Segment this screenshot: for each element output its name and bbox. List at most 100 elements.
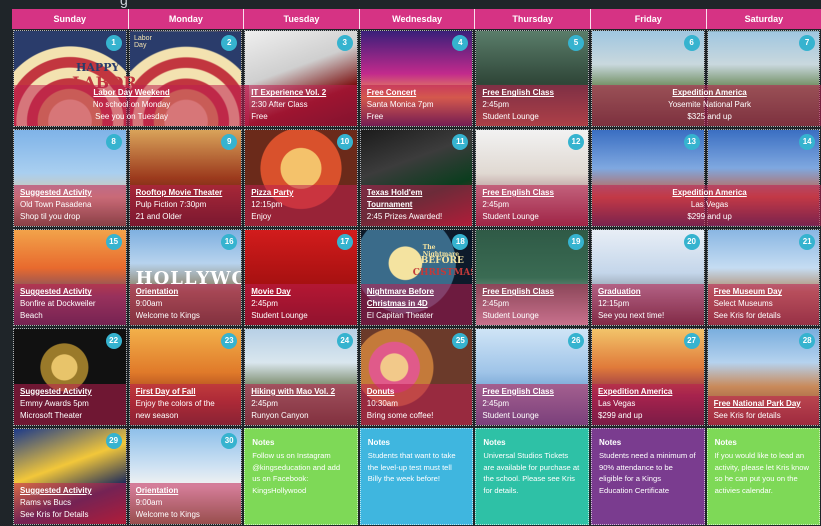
event-title-link[interactable]: Free English Class — [482, 386, 582, 398]
calendar-day-cell[interactable]: 25 Donuts 10:30am Bring some coffee! — [359, 328, 474, 426]
event-title-link[interactable]: Orientation — [136, 485, 236, 497]
event-title-link[interactable]: Orientation — [136, 286, 236, 298]
notes-body: Students that want to take the level-up … — [367, 451, 456, 484]
calendar-day-cell[interactable]: 21 Free Museum Day Select Museums See Kris … — [706, 228, 821, 327]
calendar-day-cell[interactable]: 9 Rooftop Movie Theater Pulp Fiction 7:30p… — [128, 129, 243, 227]
day-monday: Monday — [127, 9, 244, 29]
event-detail-line: Las Vegas — [597, 398, 636, 408]
date-number-badge: 20 — [683, 233, 700, 250]
calendar-day-cell[interactable]: 30 Orientation 9:00am Welcome to Kings — [128, 427, 243, 525]
calendar-day-cell[interactable]: 5 Free English Class 2:45pm Student Lounge — [475, 30, 589, 128]
event-title-link[interactable]: Graduation — [598, 286, 698, 298]
event-title-link[interactable]: Labor Day Weekend — [20, 87, 243, 99]
event-title-link[interactable]: Free English Class — [482, 187, 582, 199]
calendar-day-cell[interactable]: 20 Graduation 12:15pm See you next time! — [590, 228, 705, 327]
event-title-link[interactable]: Rooftop Movie Theater — [136, 187, 236, 199]
event-title-link[interactable]: Free National Park Day — [714, 398, 814, 410]
event-detail-line: Welcome to Kings — [135, 509, 200, 519]
calendar-day-cell[interactable]: 24 Hiking with Mao Vol. 2 2:45pm Runyon Can… — [244, 328, 358, 426]
calendar-day-cell[interactable]: 13 Expedition America Las Vegas $299 and up — [590, 129, 821, 227]
event-title-link[interactable]: Pizza Party — [251, 187, 351, 199]
event-detail-line: $325 and up — [687, 112, 732, 122]
notes-heading: Notes — [367, 437, 391, 447]
event-title-link[interactable]: Suggested Activity — [20, 187, 120, 199]
event-info: Labor Day Weekend No school on Monday See … — [14, 85, 250, 127]
calendar-day-cell[interactable]: 8 Suggested Activity Old Town Pasadena Shop… — [13, 129, 127, 227]
notes-body: Universal Studios Tickets are available … — [483, 451, 580, 495]
event-detail-line: 2:45pm — [482, 199, 510, 209]
calendar-day-cell[interactable]: 3 IT Experience Vol. 2 2:30 After Class Fre… — [244, 30, 358, 128]
event-info: Suggested Activity Emmy Awards 5pm Microso… — [14, 383, 126, 425]
calendar-day-cell[interactable]: 22 Suggested Activity Emmy Awards 5pm Micro… — [13, 328, 127, 426]
event-title-link[interactable]: Movie Day — [251, 286, 351, 298]
calendar-day-cell[interactable]: 1 Labor Day Weekend No school on Monday See… — [13, 30, 250, 128]
event-detail-line: 2:45pm — [482, 398, 510, 408]
calendar-day-cell[interactable]: 29 Suggested Activity Rams vs Bucs See Kris… — [13, 427, 127, 525]
event-detail-line: Las Vegas — [690, 199, 729, 209]
event-title-link[interactable]: Free English Class — [482, 87, 582, 99]
event-detail-line: Enjoy the colors of the — [135, 398, 215, 408]
event-detail-line: See Kris for Details — [20, 509, 89, 519]
event-detail-line: 2:45pm — [482, 299, 510, 309]
calendar-day-cell[interactable]: 18 Nightmare Before Christmas in 4D El Cap… — [359, 228, 474, 327]
event-info: Free Concert Santa Monica 7pm Free — [360, 85, 473, 127]
event-title-link[interactable]: Free Concert — [367, 87, 467, 99]
calendar-day-cell[interactable]: 17 Movie Day 2:45pm Student Lounge — [244, 228, 358, 327]
event-title-link[interactable]: Suggested Activity — [20, 286, 120, 298]
event-title-link[interactable]: First Day of Fall — [136, 386, 236, 398]
poster-text: BEFORE — [420, 255, 464, 266]
event-info: Donuts 10:30am Bring some coffee! — [360, 383, 473, 425]
event-title-link[interactable]: Texas Hold'em Tournament — [367, 187, 467, 211]
event-title-link[interactable]: Hiking with Mao Vol. 2 — [251, 386, 351, 398]
event-detail-line: $299 and up — [597, 410, 643, 420]
notes-body: Follow us on Instagram @kingseducation a… — [252, 451, 341, 495]
event-title-link[interactable]: Free English Class — [482, 286, 582, 298]
calendar-day-cell[interactable]: 23 First Day of Fall Enjoy the colors of t… — [128, 328, 243, 426]
calendar-day-cell[interactable]: 15 Suggested Activity Bonfire at Dockweile… — [13, 228, 127, 327]
event-info: Hiking with Mao Vol. 2 2:45pm Runyon Canyo… — [245, 383, 357, 425]
calendar-day-cell[interactable]: 19 Free English Class 2:45pm Student Lounge — [475, 228, 589, 327]
calendar-day-cell[interactable]: 4 Free Concert Santa Monica 7pm Free — [359, 30, 474, 128]
event-title-link[interactable]: Expedition America — [598, 386, 698, 398]
event-title-link[interactable]: Suggested Activity — [20, 485, 120, 497]
calendar-day-cell[interactable]: 6 Expedition America Yosemite National Par… — [590, 30, 821, 128]
calendar-day-cell[interactable]: 27 Expedition America Las Vegas $299 and up — [590, 328, 705, 426]
event-title-link[interactable]: Suggested Activity — [20, 386, 120, 398]
event-detail-line: Free — [251, 112, 268, 122]
calendar-day-cell[interactable]: 26 Free English Class 2:45pm Student Lounge — [475, 328, 589, 426]
event-detail-line: 2:30 After Class — [251, 100, 308, 110]
event-info: Free English Class 2:45pm Student Lounge — [476, 184, 588, 226]
date-number-badge: 6 — [683, 35, 700, 51]
calendar-day-cell[interactable]: 16 Orientation 9:00am Welcome to Kings HOLLY… — [128, 228, 243, 327]
date-number-badge: 29 — [105, 432, 122, 449]
event-detail-line: $299 and up — [687, 211, 732, 221]
event-info: IT Experience Vol. 2 2:30 After Class Free — [245, 85, 357, 127]
event-detail-line: Old Town Pasadena — [20, 199, 92, 209]
calendar-day-cell[interactable]: 10 Pizza Party 12:15pm Enjoy — [244, 129, 358, 227]
event-title-link[interactable]: Expedition America — [598, 187, 821, 199]
calendar-day-cell[interactable]: 28 Free National Park Day See Kris for det… — [706, 328, 821, 426]
event-detail-line: See you next time! — [597, 311, 665, 321]
date-number-badge: 22 — [105, 333, 122, 350]
event-info: Texas Hold'em Tournament 2:45 Prizes Awar… — [360, 184, 473, 226]
event-detail-line: See Kris for details — [713, 410, 781, 420]
calendar-day-cell[interactable]: 11 Texas Hold'em Tournament 2:45 Prizes Aw… — [359, 129, 474, 227]
notes-heading: Notes — [598, 437, 622, 447]
event-info: Rooftop Movie Theater Pulp Fiction 7:30pm… — [129, 184, 242, 226]
event-info: Movie Day 2:45pm Student Lounge — [245, 284, 357, 326]
date-number-badge: 3 — [336, 35, 353, 51]
event-title-link[interactable]: IT Experience Vol. 2 — [251, 87, 351, 99]
calendar-day-cell[interactable]: 12 Free English Class 2:45pm Student Lounge — [475, 129, 589, 227]
weekday-header: Sunday Monday Tuesday Wednesday Thursday… — [12, 9, 821, 29]
event-info: Expedition America Las Vegas $299 and up — [591, 184, 821, 226]
event-info: Orientation 9:00am Welcome to Kings — [129, 482, 242, 524]
event-title-link[interactable]: Expedition America — [598, 87, 821, 99]
event-title-link[interactable]: Nightmare Before Christmas in 4D — [367, 286, 467, 310]
event-info: Free English Class 2:45pm Student Lounge — [476, 284, 588, 326]
event-title-link[interactable]: Donuts — [367, 386, 467, 398]
date-number-badge: 1 — [105, 35, 122, 51]
event-title-link[interactable]: Free Museum Day — [714, 286, 814, 298]
event-detail-line: 2:45pm — [251, 299, 278, 309]
event-detail-line: 2:45pm — [251, 398, 278, 408]
poster-text: Labor Day — [134, 35, 152, 49]
